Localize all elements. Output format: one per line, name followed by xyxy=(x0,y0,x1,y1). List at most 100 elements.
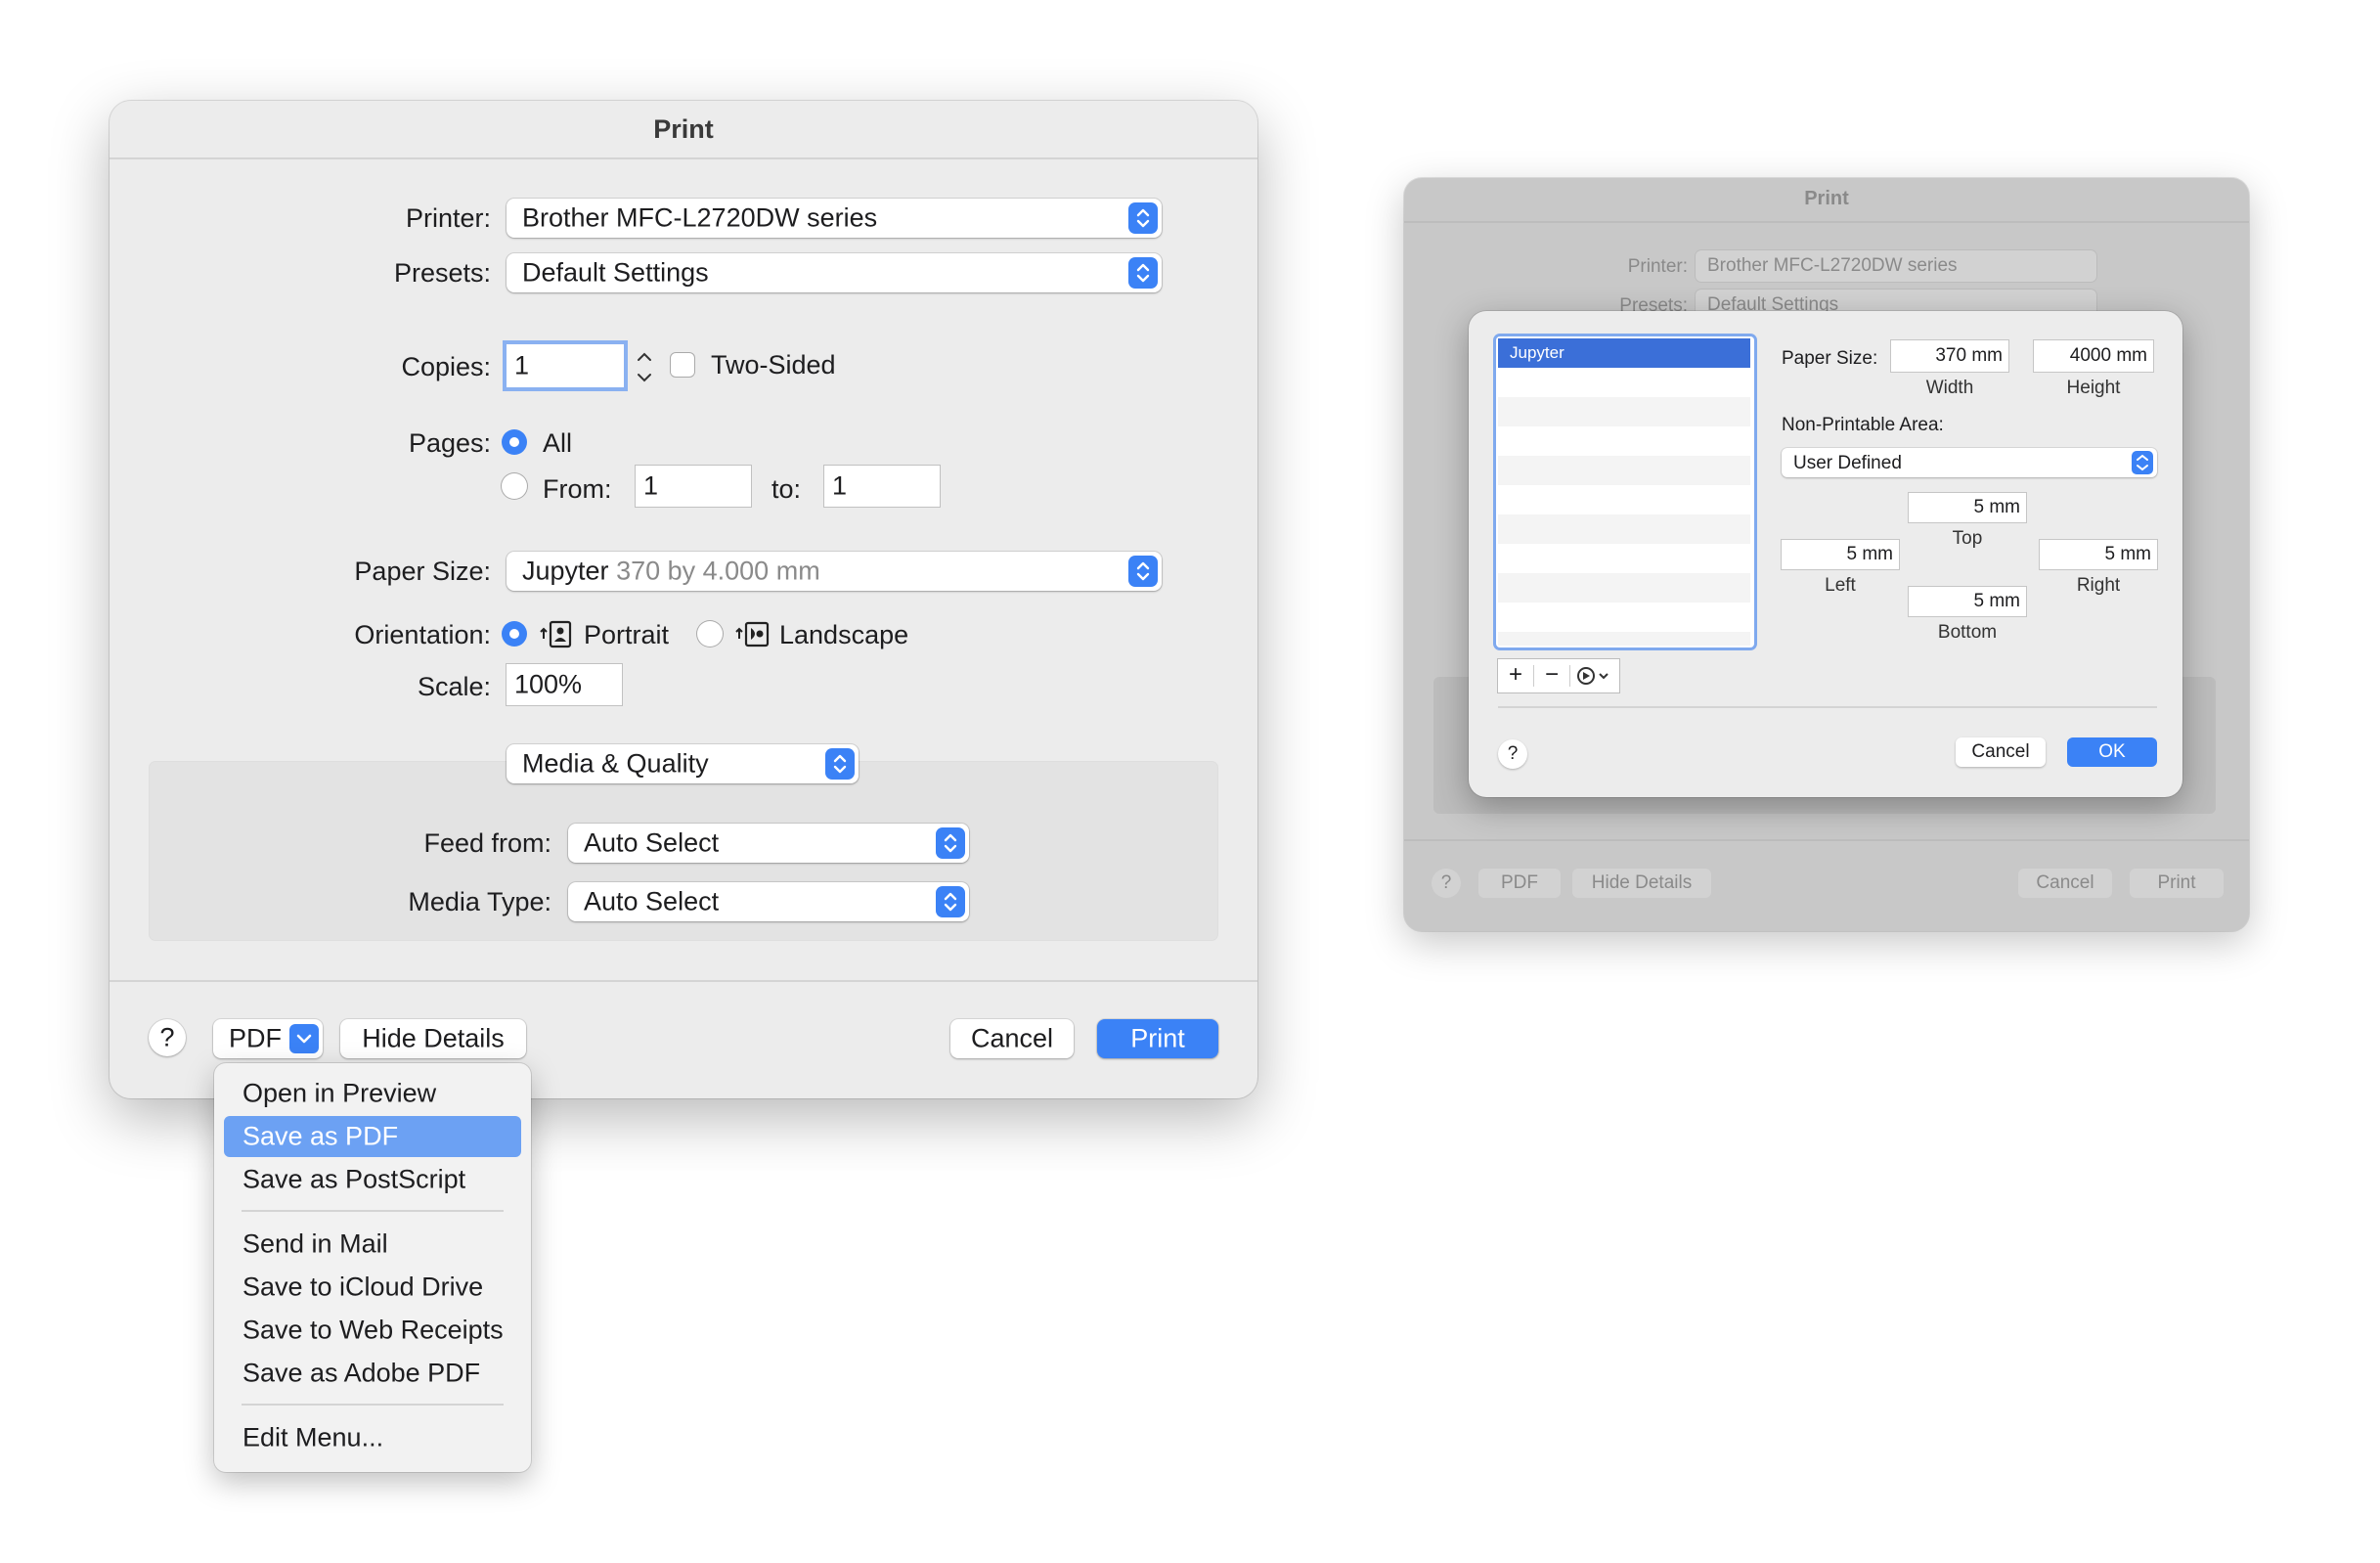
menu-item-label: Save as PDF xyxy=(242,1121,399,1151)
sheet-cancel-button[interactable]: Cancel xyxy=(1956,737,2046,767)
chevron-updown-icon xyxy=(936,827,965,859)
bg-hide-details-button[interactable]: Hide Details xyxy=(1572,869,1711,898)
hide-details-button[interactable]: Hide Details xyxy=(340,1019,526,1058)
landscape-radio[interactable] xyxy=(697,621,723,647)
pages-to-field[interactable]: 1 xyxy=(824,466,940,507)
paper-size-list[interactable]: Jupyter xyxy=(1496,336,1754,648)
bg-printer-label: Printer: xyxy=(1627,256,1688,277)
chevron-updown-icon xyxy=(936,886,965,917)
menu-item-save-as-adobe-pdf[interactable]: Save as Adobe PDF xyxy=(224,1353,521,1394)
sheet-ok-button[interactable]: OK xyxy=(2067,737,2157,767)
print-label: Print xyxy=(1130,1023,1185,1053)
pages-all-radio[interactable] xyxy=(502,429,527,455)
gear-menu-button[interactable] xyxy=(1572,663,1617,689)
list-stripe xyxy=(1498,573,1750,603)
bottom-margin-field[interactable]: 5 mm xyxy=(1909,587,2026,616)
width-value: 370 mm xyxy=(1935,345,2003,366)
menu-item-label: Open in Preview xyxy=(242,1078,437,1108)
top-margin-value: 5 mm xyxy=(1973,497,2021,517)
right-margin-label: Right xyxy=(2076,575,2121,596)
top-margin-label: Top xyxy=(1952,528,1983,549)
sheet-help-button[interactable]: ? xyxy=(1498,739,1527,769)
top-margin-field[interactable]: 5 mm xyxy=(1909,493,2026,522)
paper-size-popup[interactable]: Jupyter 370 by 4.000 mm xyxy=(507,552,1162,591)
paper-size-text: Jupyter 370 by 4.000 mm xyxy=(522,557,820,587)
menu-item-send-in-mail[interactable]: Send in Mail xyxy=(224,1224,521,1265)
copies-field[interactable]: 1 xyxy=(507,344,624,387)
pages-from-radio[interactable] xyxy=(502,473,527,499)
height-field[interactable]: 4000 mm xyxy=(2034,340,2153,372)
chevron-down-icon xyxy=(289,1024,319,1053)
bg-pdf-button[interactable]: PDF xyxy=(1478,869,1561,898)
two-sided-label: Two-Sided xyxy=(711,350,836,380)
chevron-updown-icon xyxy=(2132,451,2153,474)
media-type-popup[interactable]: Auto Select xyxy=(568,882,969,921)
custom-paper-sizes-sheet: Jupyter + − Paper Size: 370 mm Width 400… xyxy=(1469,311,2182,797)
non-printable-popup[interactable]: User Defined xyxy=(1782,448,2157,477)
orientation-label: Orientation: xyxy=(354,620,491,649)
pages-to-label: to: xyxy=(771,474,802,504)
portrait-radio[interactable] xyxy=(502,621,527,647)
bg-help-label: ? xyxy=(1440,872,1452,893)
bg-printer-value: Brother MFC-L2720DW series xyxy=(1707,255,1958,276)
copies-label: Copies: xyxy=(401,352,491,381)
list-item[interactable]: Jupyter xyxy=(1498,338,1750,368)
left-margin-field[interactable]: 5 mm xyxy=(1782,540,1899,569)
left-margin-value: 5 mm xyxy=(1846,544,1894,564)
right-margin-field[interactable]: 5 mm xyxy=(2040,540,2157,569)
help-button[interactable]: ? xyxy=(149,1019,186,1056)
feed-from-popup[interactable]: Auto Select xyxy=(568,824,969,863)
pdf-menu-button[interactable]: PDF xyxy=(213,1019,323,1058)
pages-from-value: 1 xyxy=(643,470,659,501)
portrait-label: Portrait xyxy=(584,620,670,649)
pdf-label: PDF xyxy=(229,1023,282,1053)
list-stripe xyxy=(1498,514,1750,544)
paper-size-label: Paper Size: xyxy=(354,557,491,586)
scale-value: 100% xyxy=(514,669,583,699)
menu-item-save-to-icloud-drive[interactable]: Save to iCloud Drive xyxy=(224,1267,521,1308)
print-button[interactable]: Print xyxy=(1097,1019,1218,1058)
control-divider xyxy=(1569,665,1570,687)
chevron-updown-icon xyxy=(825,748,855,780)
cancel-label: Cancel xyxy=(970,1023,1054,1053)
cancel-button[interactable]: Cancel xyxy=(950,1019,1074,1058)
pages-to-value: 1 xyxy=(832,470,848,501)
bg-print-button[interactable]: Print xyxy=(2130,869,2224,898)
two-sided-checkbox[interactable] xyxy=(671,353,694,377)
print-dialog: Print Printer: Brother MFC-L2720DW serie… xyxy=(110,101,1257,1098)
scale-field[interactable]: 100% xyxy=(507,664,622,705)
menu-item-save-as-pdf[interactable]: Save as PDF xyxy=(224,1116,521,1157)
pages-all-label: All xyxy=(543,428,573,458)
width-field[interactable]: 370 mm xyxy=(1891,340,2008,372)
menu-item-open-in-preview[interactable]: Open in Preview xyxy=(224,1073,521,1114)
pages-from-label: From: xyxy=(543,474,612,504)
remove-button[interactable]: − xyxy=(1534,659,1569,692)
menu-item-label: Save to Web Receipts xyxy=(242,1315,504,1345)
pages-from-field[interactable]: 1 xyxy=(636,466,751,507)
presets-value: Default Settings xyxy=(522,257,709,288)
copies-value: 1 xyxy=(514,350,530,380)
height-value: 4000 mm xyxy=(2069,345,2147,366)
footer-divider xyxy=(110,980,1257,982)
bg-printer-popup[interactable]: Brother MFC-L2720DW series xyxy=(1696,250,2096,282)
add-button[interactable]: + xyxy=(1498,659,1533,692)
bottom-margin-label: Bottom xyxy=(1937,622,1998,643)
bg-help-button[interactable]: ? xyxy=(1432,869,1461,898)
pdf-dropdown-menu: Open in Preview Save as PDF Save as Post… xyxy=(214,1063,531,1472)
bg-cancel-button[interactable]: Cancel xyxy=(2018,869,2112,898)
printer-popup[interactable]: Brother MFC-L2720DW series xyxy=(507,199,1162,238)
bg-dialog-title: Print xyxy=(1804,188,1849,209)
presets-popup[interactable]: Default Settings xyxy=(507,253,1162,292)
landscape-icon xyxy=(735,619,771,653)
list-stripe xyxy=(1498,397,1750,426)
right-margin-value: 5 mm xyxy=(2104,544,2152,564)
height-label: Height xyxy=(2066,378,2121,398)
menu-item-label: Edit Menu... xyxy=(242,1422,384,1452)
menu-item-save-to-web-receipts[interactable]: Save to Web Receipts xyxy=(224,1310,521,1351)
section-popup[interactable]: Media & Quality xyxy=(507,744,859,783)
menu-item-save-as-postscript[interactable]: Save as PostScript xyxy=(224,1159,521,1200)
list-controls: + − xyxy=(1498,659,1619,692)
paper-size-name: Jupyter xyxy=(522,556,609,586)
copies-stepper[interactable] xyxy=(634,345,655,388)
menu-item-edit-menu[interactable]: Edit Menu... xyxy=(224,1417,521,1458)
